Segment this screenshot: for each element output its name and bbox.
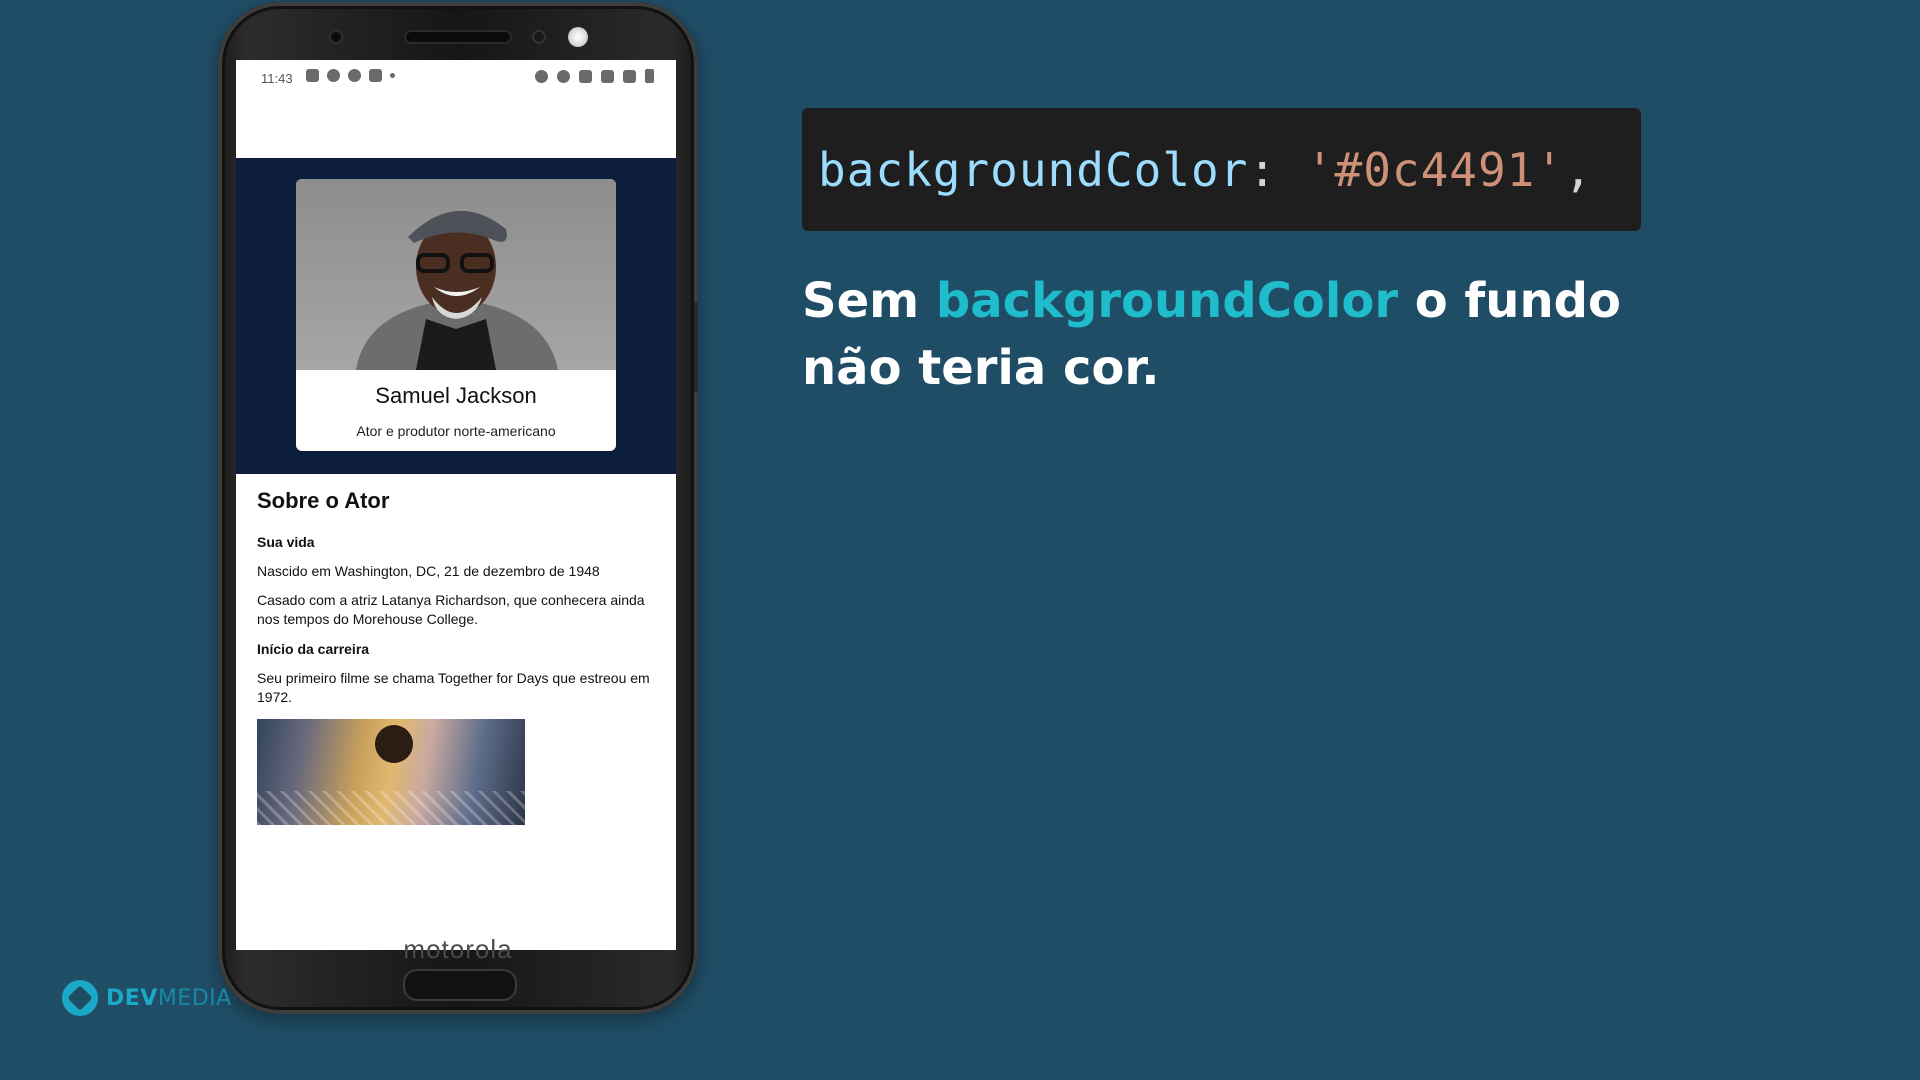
code-comma: ,	[1564, 142, 1593, 197]
profile-card: Samuel Jackson Ator e produtor norte-ame…	[296, 179, 616, 451]
life-marriage-text: Casado com a atriz Latanya Richardson, q…	[257, 592, 645, 627]
movie-poster-image	[257, 719, 525, 825]
phone-screen: 11:43 Samuel Jackson Ator e produtor nor…	[236, 60, 676, 950]
code-value: '#0c4491'	[1305, 142, 1565, 197]
career-heading: Início da carreira	[257, 641, 370, 657]
proximity-sensor	[532, 30, 546, 44]
status-bar: 11:43	[236, 60, 676, 96]
notification-icons	[306, 69, 395, 82]
actor-name: Samuel Jackson	[375, 383, 537, 408]
phone-mockup: 11:43 Samuel Jackson Ator e produtor nor…	[218, 2, 698, 1014]
signal-icon	[623, 69, 636, 83]
profile-header: Samuel Jackson Ator e produtor norte-ame…	[236, 158, 676, 474]
code-line: backgroundColor: '#0c4491',	[818, 143, 1593, 197]
vibrate-icon	[557, 69, 570, 83]
career-text: Seu primeiro filme se chama Together for…	[257, 670, 650, 705]
code-property: backgroundColor	[818, 142, 1249, 197]
volte-icon	[579, 69, 592, 83]
actor-photo	[296, 179, 616, 370]
app-a-icon	[348, 69, 361, 82]
caption-highlight: backgroundColor	[935, 273, 1398, 329]
message-icon	[306, 69, 319, 82]
side-button[interactable]	[694, 302, 698, 392]
earpiece-speaker	[404, 30, 512, 44]
wifi-icon	[601, 69, 614, 83]
home-button[interactable]	[403, 969, 517, 1001]
about-section: Sobre o Ator Sua vida Nascido em Washing…	[257, 488, 662, 825]
front-flash	[568, 27, 588, 47]
slide-caption: Sem backgroundColor o fundo não teria co…	[802, 268, 1702, 402]
logo-media: MEDIA	[157, 985, 232, 1011]
status-time: 11:43	[261, 71, 293, 86]
front-camera	[328, 29, 344, 45]
system-icons	[535, 69, 654, 83]
app-notification-icon	[369, 69, 382, 82]
devmedia-logo-text: DEVMEDIA	[106, 986, 232, 1011]
alarm-icon	[535, 69, 548, 83]
battery-icon	[645, 69, 654, 83]
phone-brand: motorola	[403, 934, 513, 964]
code-colon: :	[1248, 142, 1306, 197]
logo-dev: DEV	[106, 985, 158, 1011]
life-heading: Sua vida	[257, 534, 315, 550]
devmedia-logo-icon	[62, 980, 98, 1016]
portrait-illustration	[356, 210, 558, 370]
pinterest-icon	[327, 69, 340, 82]
about-title: Sobre o Ator	[257, 488, 390, 513]
devmedia-logo: DEVMEDIA	[62, 980, 232, 1016]
caption-start: Sem	[802, 273, 936, 329]
more-dot-icon	[390, 73, 395, 78]
life-birth-text: Nascido em Washington, DC, 21 de dezembr…	[257, 563, 600, 579]
actor-subtitle: Ator e produtor norte-americano	[356, 423, 556, 439]
code-snippet: backgroundColor: '#0c4491',	[802, 108, 1641, 231]
